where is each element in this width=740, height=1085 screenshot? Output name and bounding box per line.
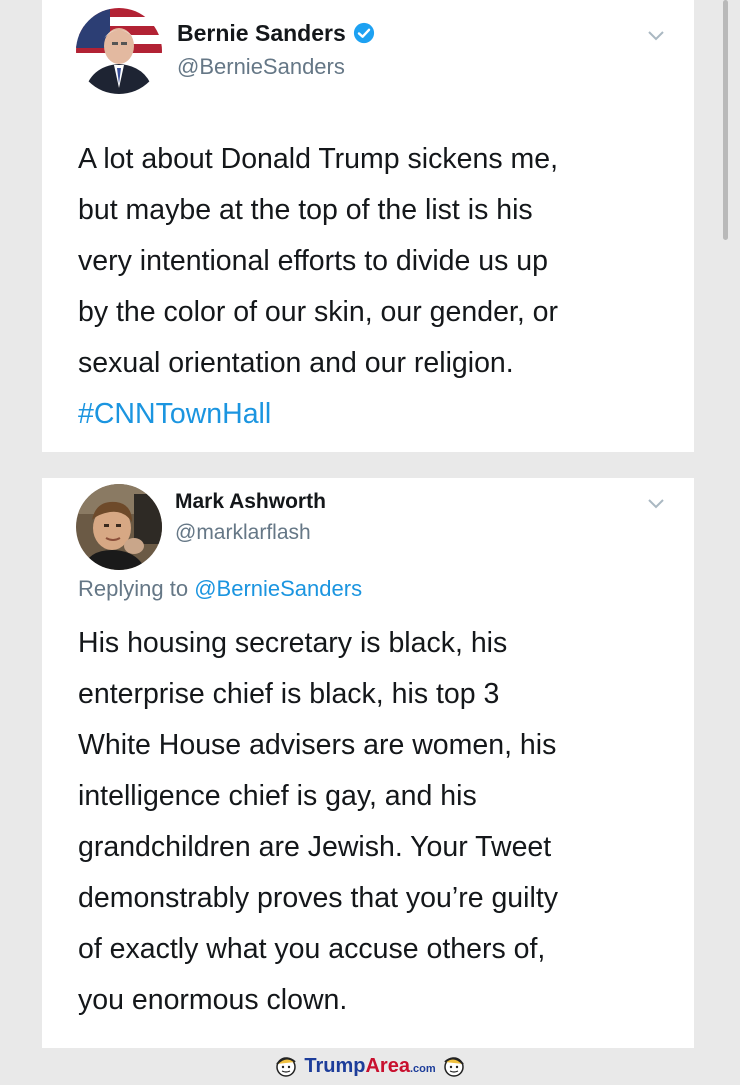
tweet-card-bernie: Bernie Sanders @BernieSanders A lot abou…: [42, 0, 728, 452]
tweet-line: White House advisers are women, his: [78, 729, 557, 761]
replying-to: Replying to @BernieSanders: [78, 576, 362, 602]
avatar[interactable]: [76, 8, 162, 94]
tweet-line: grandchildren are Jewish. Your Tweet: [78, 831, 552, 863]
caricature-icon: [276, 1057, 297, 1077]
author-name[interactable]: Mark Ashworth: [175, 490, 326, 514]
author-handle[interactable]: @marklarflash: [175, 521, 311, 545]
tweet-line: sexual orientation and our religion.: [78, 347, 514, 379]
tweet-line: you enormous clown.: [78, 984, 348, 1016]
avatar[interactable]: [76, 484, 162, 570]
scrollbar[interactable]: [723, 0, 728, 240]
tweet-line: very intentional efforts to divide us up: [78, 245, 548, 277]
tweet-line: of exactly what you accuse others of,: [78, 933, 546, 965]
reply-tweet-text: His housing secretary is black, his ente…: [78, 618, 688, 1026]
watermark-footer: TrumpArea.com: [0, 1052, 740, 1085]
tweet-line: enterprise chief is black, his top 3: [78, 678, 500, 710]
hashtag-link[interactable]: #CNNTownHall: [78, 389, 678, 440]
tweet-text: A lot about Donald Trump sickens me, but…: [78, 134, 678, 440]
avatar-image: [76, 484, 162, 570]
avatar-image: [76, 8, 162, 94]
brand-part3: .com: [409, 1062, 436, 1075]
author-name-text: Bernie Sanders: [177, 20, 346, 46]
author-name[interactable]: Bernie Sanders: [177, 20, 375, 47]
chevron-down-icon[interactable]: [647, 30, 665, 42]
verified-badge-icon: [353, 22, 374, 44]
tweet-line: but maybe at the top of the list is his: [78, 194, 533, 226]
replying-prefix: Replying to: [78, 576, 189, 601]
replying-mention-link[interactable]: @BernieSanders: [194, 576, 362, 601]
tweet-line: demonstrably proves that you’re guilty: [78, 882, 558, 914]
chevron-down-icon[interactable]: [647, 498, 665, 510]
author-handle[interactable]: @BernieSanders: [177, 54, 345, 80]
brand-part2: Area: [365, 1054, 410, 1077]
watermark-logo: TrumpArea.com: [274, 1054, 465, 1078]
tweet-line: A lot about Donald Trump sickens me,: [78, 143, 558, 175]
brand-part1: Trump: [304, 1054, 366, 1077]
tweet-line: His housing secretary is black, his: [78, 627, 508, 659]
tweet-line: by the color of our skin, our gender, or: [78, 296, 559, 328]
tweet-line: intelligence chief is gay, and his: [78, 780, 477, 812]
caricature-icon: [443, 1057, 464, 1077]
